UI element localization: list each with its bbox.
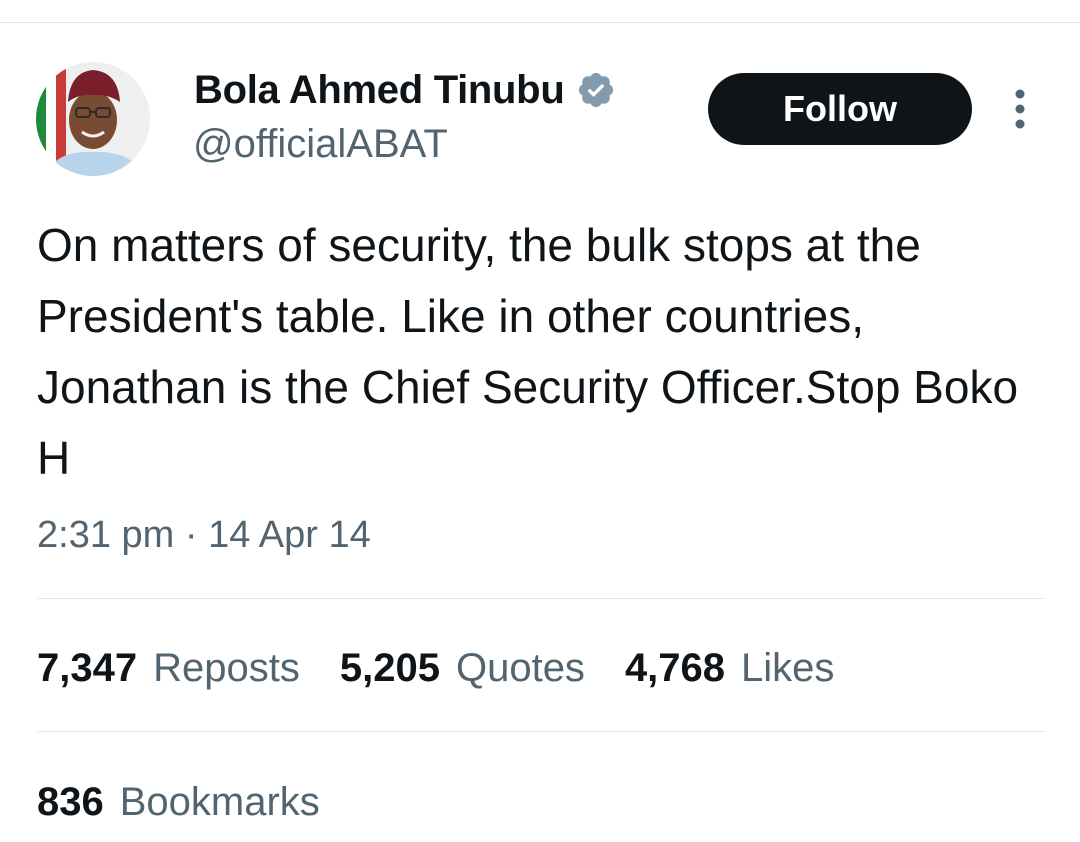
bookmarks-stat[interactable]: 836 Bookmarks	[37, 776, 320, 828]
quotes-count: 5,205	[339, 646, 440, 690]
verified-badge-icon[interactable]	[576, 70, 616, 110]
bookmarks-count: 836	[37, 780, 104, 824]
top-divider	[0, 22, 1080, 23]
engagement-stats: 7,347 Reposts 5,205 Quotes 4,768 Likes	[37, 642, 874, 694]
reposts-label: Reposts	[153, 646, 300, 690]
avatar[interactable]	[36, 62, 150, 176]
divider	[37, 598, 1044, 599]
divider	[37, 731, 1044, 732]
reposts-stat[interactable]: 7,347 Reposts	[37, 642, 300, 694]
likes-count: 4,768	[624, 646, 726, 690]
author-name-row: Bola Ahmed Tinubu	[194, 66, 616, 114]
author-handle[interactable]: @officialABAT	[193, 120, 448, 168]
likes-stat[interactable]: 4,768 Likes	[625, 642, 835, 694]
quotes-label: Quotes	[455, 646, 585, 690]
quotes-stat[interactable]: 5,205 Quotes	[340, 642, 585, 694]
follow-button[interactable]: Follow	[708, 73, 972, 145]
author-name[interactable]: Bola Ahmed Tinubu	[194, 66, 565, 114]
more-vertical-icon[interactable]	[1000, 86, 1040, 132]
likes-label: Likes	[741, 646, 835, 690]
tweet-text: On matters of security, the bulk stops a…	[37, 219, 1019, 484]
bookmarks-label: Bookmarks	[119, 780, 320, 824]
reposts-count: 7,347	[37, 646, 138, 690]
tweet-timestamp[interactable]: 2:31 pm · 14 Apr 14	[37, 510, 371, 560]
